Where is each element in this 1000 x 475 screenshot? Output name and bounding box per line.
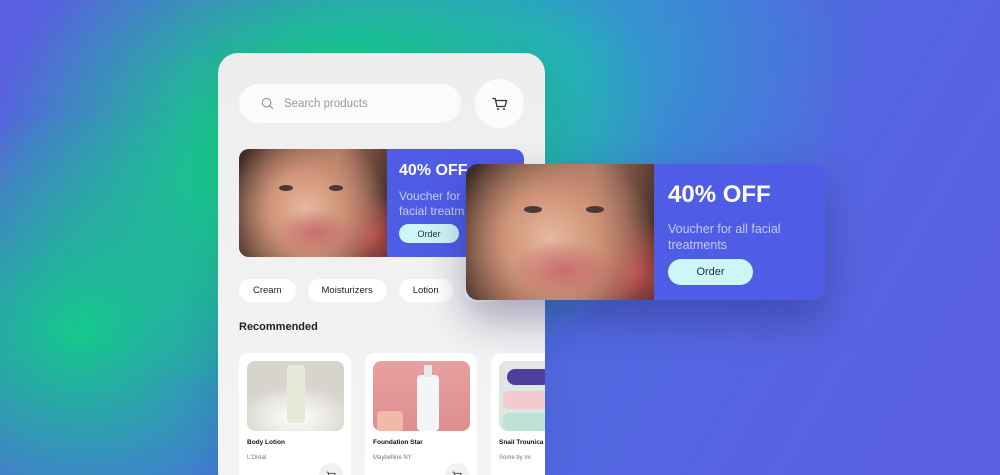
cart-icon	[326, 471, 336, 475]
product-image	[247, 361, 344, 431]
category-chips: Cream Moisturizers Lotion	[239, 279, 505, 302]
product-brand: L'Oréal	[247, 455, 267, 461]
product-image	[499, 361, 545, 431]
promo-card-large[interactable]: 40% OFF Voucher for all facial treatment…	[466, 164, 825, 300]
add-to-cart-button[interactable]	[319, 463, 343, 475]
product-brand: Maybelline NY	[373, 455, 412, 461]
order-button[interactable]: Order	[668, 259, 753, 285]
promo-discount: 40% OFF	[668, 181, 771, 208]
chip-moisturizers[interactable]: Moisturizers	[307, 279, 387, 302]
search-placeholder: Search products	[284, 97, 368, 110]
cart-button[interactable]	[475, 79, 524, 128]
cart-icon	[452, 471, 462, 475]
promo-description: Voucher for all facial treatments	[668, 222, 781, 252]
add-to-cart-button[interactable]	[445, 463, 469, 475]
section-title: Recommended	[239, 321, 318, 333]
product-name: Body Lotion	[247, 439, 285, 446]
search-icon	[261, 97, 274, 110]
chip-cream[interactable]: Cream	[239, 279, 296, 302]
promo-image	[466, 164, 654, 300]
product-card[interactable]: Snail Trounica Some by mi	[491, 353, 545, 475]
product-card[interactable]: Foundation Star Maybelline NY	[365, 353, 477, 475]
order-button[interactable]: Order	[399, 224, 459, 243]
product-name: Snail Trounica	[499, 439, 544, 446]
search-input[interactable]: Search products	[239, 84, 461, 123]
product-brand: Some by mi	[499, 455, 531, 461]
product-name: Foundation Star	[373, 439, 423, 446]
promo-image	[239, 149, 387, 257]
chip-lotion[interactable]: Lotion	[398, 279, 453, 302]
product-card[interactable]: Body Lotion L'Oréal	[239, 353, 351, 475]
product-image	[373, 361, 470, 431]
cart-icon	[491, 97, 507, 110]
